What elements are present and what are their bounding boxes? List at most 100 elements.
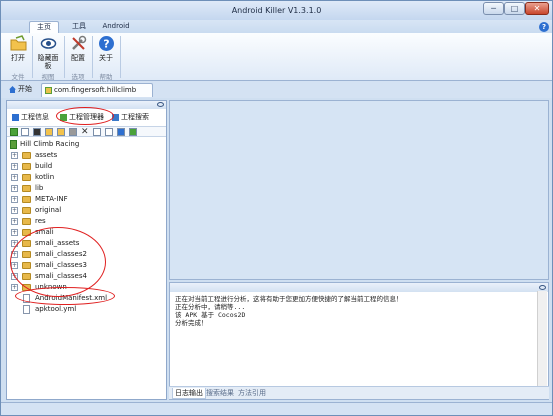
- svg-text:?: ?: [103, 38, 109, 51]
- tree-root-label: Hill Climb Racing: [20, 140, 80, 148]
- expand-toggle-icon[interactable]: +: [11, 240, 18, 247]
- open-button[interactable]: 打开: [7, 35, 29, 62]
- settings-button-label: 配置: [71, 54, 85, 62]
- ribbon: 打开 隐藏面板 配置 ? 关于 文件 视图 选项 帮助: [1, 33, 552, 81]
- tree-item-label: res: [35, 217, 46, 225]
- group-file-label: 文件: [11, 73, 25, 81]
- about-button[interactable]: ? 关于: [95, 35, 117, 62]
- tree-item-label: smali: [35, 228, 54, 236]
- expand-toggle-icon[interactable]: +: [11, 152, 18, 159]
- refresh-icon[interactable]: [10, 128, 18, 136]
- expand-toggle-icon[interactable]: +: [11, 185, 18, 192]
- expand-toggle-icon[interactable]: +: [11, 229, 18, 236]
- group-options-label: 选项: [71, 73, 85, 81]
- tab-method-references[interactable]: 方法引用: [238, 388, 266, 399]
- tab-start-label: 开始: [18, 85, 32, 93]
- export-icon[interactable]: [117, 128, 125, 136]
- search-icon: [112, 114, 119, 121]
- settings-button[interactable]: 配置: [67, 35, 89, 62]
- folder-icon: [22, 174, 31, 181]
- tree-item-label: smali_assets: [35, 239, 80, 247]
- folder-icon: [22, 262, 31, 269]
- manager-icon: [60, 114, 67, 121]
- project-panel: 工程信息 工程管理器 工程搜索 ✕ Hill Climb Racing + as…: [6, 100, 167, 400]
- expand-toggle-icon[interactable]: +: [11, 262, 18, 269]
- folder-icon[interactable]: [57, 128, 65, 136]
- tree-item-label: original: [35, 206, 62, 214]
- tab-project-info[interactable]: 工程信息: [12, 112, 49, 123]
- tab-home[interactable]: 主页: [29, 21, 59, 33]
- group-divider: [32, 36, 33, 78]
- maximize-button[interactable]: □: [504, 2, 525, 15]
- window-title: Android Killer V1.3.1.0: [231, 6, 322, 15]
- app-window: Android Killer V1.3.1.0 ─ □ ✕ 主页 工具 Andr…: [0, 0, 553, 416]
- editor-area: [169, 100, 549, 280]
- folder-icon: [22, 152, 31, 159]
- tree-item-label: kotlin: [35, 173, 55, 181]
- project-icon: [10, 140, 17, 149]
- tab-search-results[interactable]: 搜索结果: [206, 388, 234, 399]
- expand-toggle-icon[interactable]: +: [11, 196, 18, 203]
- tools-icon: [70, 35, 87, 52]
- panel-tab-bar: 工程信息 工程管理器 工程搜索: [7, 111, 166, 123]
- folder-icon: [22, 163, 31, 170]
- eye-icon: [40, 35, 57, 52]
- minimize-button[interactable]: ─: [483, 2, 504, 15]
- folder-icon: [22, 218, 31, 225]
- tab-tools[interactable]: 工具: [67, 21, 91, 33]
- expand-icon[interactable]: [21, 128, 29, 136]
- expand-toggle-icon[interactable]: +: [11, 174, 18, 181]
- log-line: 正在对当前工程进行分析，这将有助于您更加方便快捷的了解当前工程的信息！: [175, 295, 403, 303]
- tab-start[interactable]: 开始: [6, 83, 40, 97]
- tree-toolbar: ✕: [7, 126, 166, 137]
- copy-icon[interactable]: [93, 128, 101, 136]
- tab-project-search[interactable]: 工程搜索: [112, 112, 149, 123]
- title-bar: Android Killer V1.3.1.0 ─ □ ✕: [1, 1, 552, 20]
- group-help-label: 帮助: [99, 73, 113, 81]
- project-tree: Hill Climb Racing + assets + build + kotlin + l…: [7, 139, 166, 399]
- folder-icon: [22, 251, 31, 258]
- add-icon[interactable]: [129, 128, 137, 136]
- terminal-icon[interactable]: [33, 128, 41, 136]
- log-eye-icon[interactable]: [539, 285, 546, 290]
- tree-item-label: AndroidManifest.xml: [35, 294, 108, 302]
- log-line: 分析完成！: [175, 319, 208, 327]
- log-line: 该 APK 基于 Cocos2D: [175, 311, 246, 319]
- file-icon: [23, 294, 30, 303]
- log-panel-header: [170, 283, 548, 292]
- tab-project[interactable]: com.fingersoft.hillclimb: [41, 83, 153, 97]
- folder-icon: [22, 196, 31, 203]
- bookmark-icon[interactable]: [69, 128, 77, 136]
- expand-toggle-icon[interactable]: +: [11, 273, 18, 280]
- tab-android[interactable]: Android: [99, 21, 133, 33]
- group-divider: [92, 36, 93, 78]
- tab-project-manager[interactable]: 工程管理器: [60, 112, 104, 123]
- open-button-label: 打开: [11, 54, 25, 62]
- group-view-label: 视图: [41, 73, 55, 81]
- tab-project-search-label: 工程搜索: [121, 113, 149, 121]
- ribbon-tab-bar: 主页 工具 Android: [1, 20, 552, 33]
- project-icon: [45, 87, 52, 94]
- group-divider: [64, 36, 65, 78]
- tree-item-label: build: [35, 162, 53, 170]
- folder-icon: [22, 185, 31, 192]
- paste-icon[interactable]: [105, 128, 113, 136]
- panel-eye-icon[interactable]: [157, 102, 164, 107]
- tree-item-label: smali_classes4: [35, 272, 87, 280]
- log-scrollbar[interactable]: [537, 291, 547, 386]
- folder-icon: [22, 284, 31, 291]
- expand-toggle-icon[interactable]: +: [11, 218, 18, 225]
- tree-item-label: lib: [35, 184, 44, 192]
- open-folder-small-icon[interactable]: [45, 128, 53, 136]
- delete-icon[interactable]: ✕: [81, 128, 89, 137]
- help-icon[interactable]: ?: [539, 22, 549, 32]
- expand-toggle-icon[interactable]: +: [11, 207, 18, 214]
- expand-toggle-icon[interactable]: +: [11, 163, 18, 170]
- close-button[interactable]: ✕: [525, 2, 549, 15]
- expand-toggle-icon[interactable]: +: [11, 284, 18, 291]
- tab-log-output[interactable]: 日志输出: [172, 388, 206, 399]
- tree-item-label: apktool.yml: [35, 305, 77, 313]
- hide-panel-button[interactable]: 隐藏面板: [35, 35, 61, 70]
- expand-toggle-icon[interactable]: +: [11, 251, 18, 258]
- tree-item-label: unknown: [35, 283, 67, 291]
